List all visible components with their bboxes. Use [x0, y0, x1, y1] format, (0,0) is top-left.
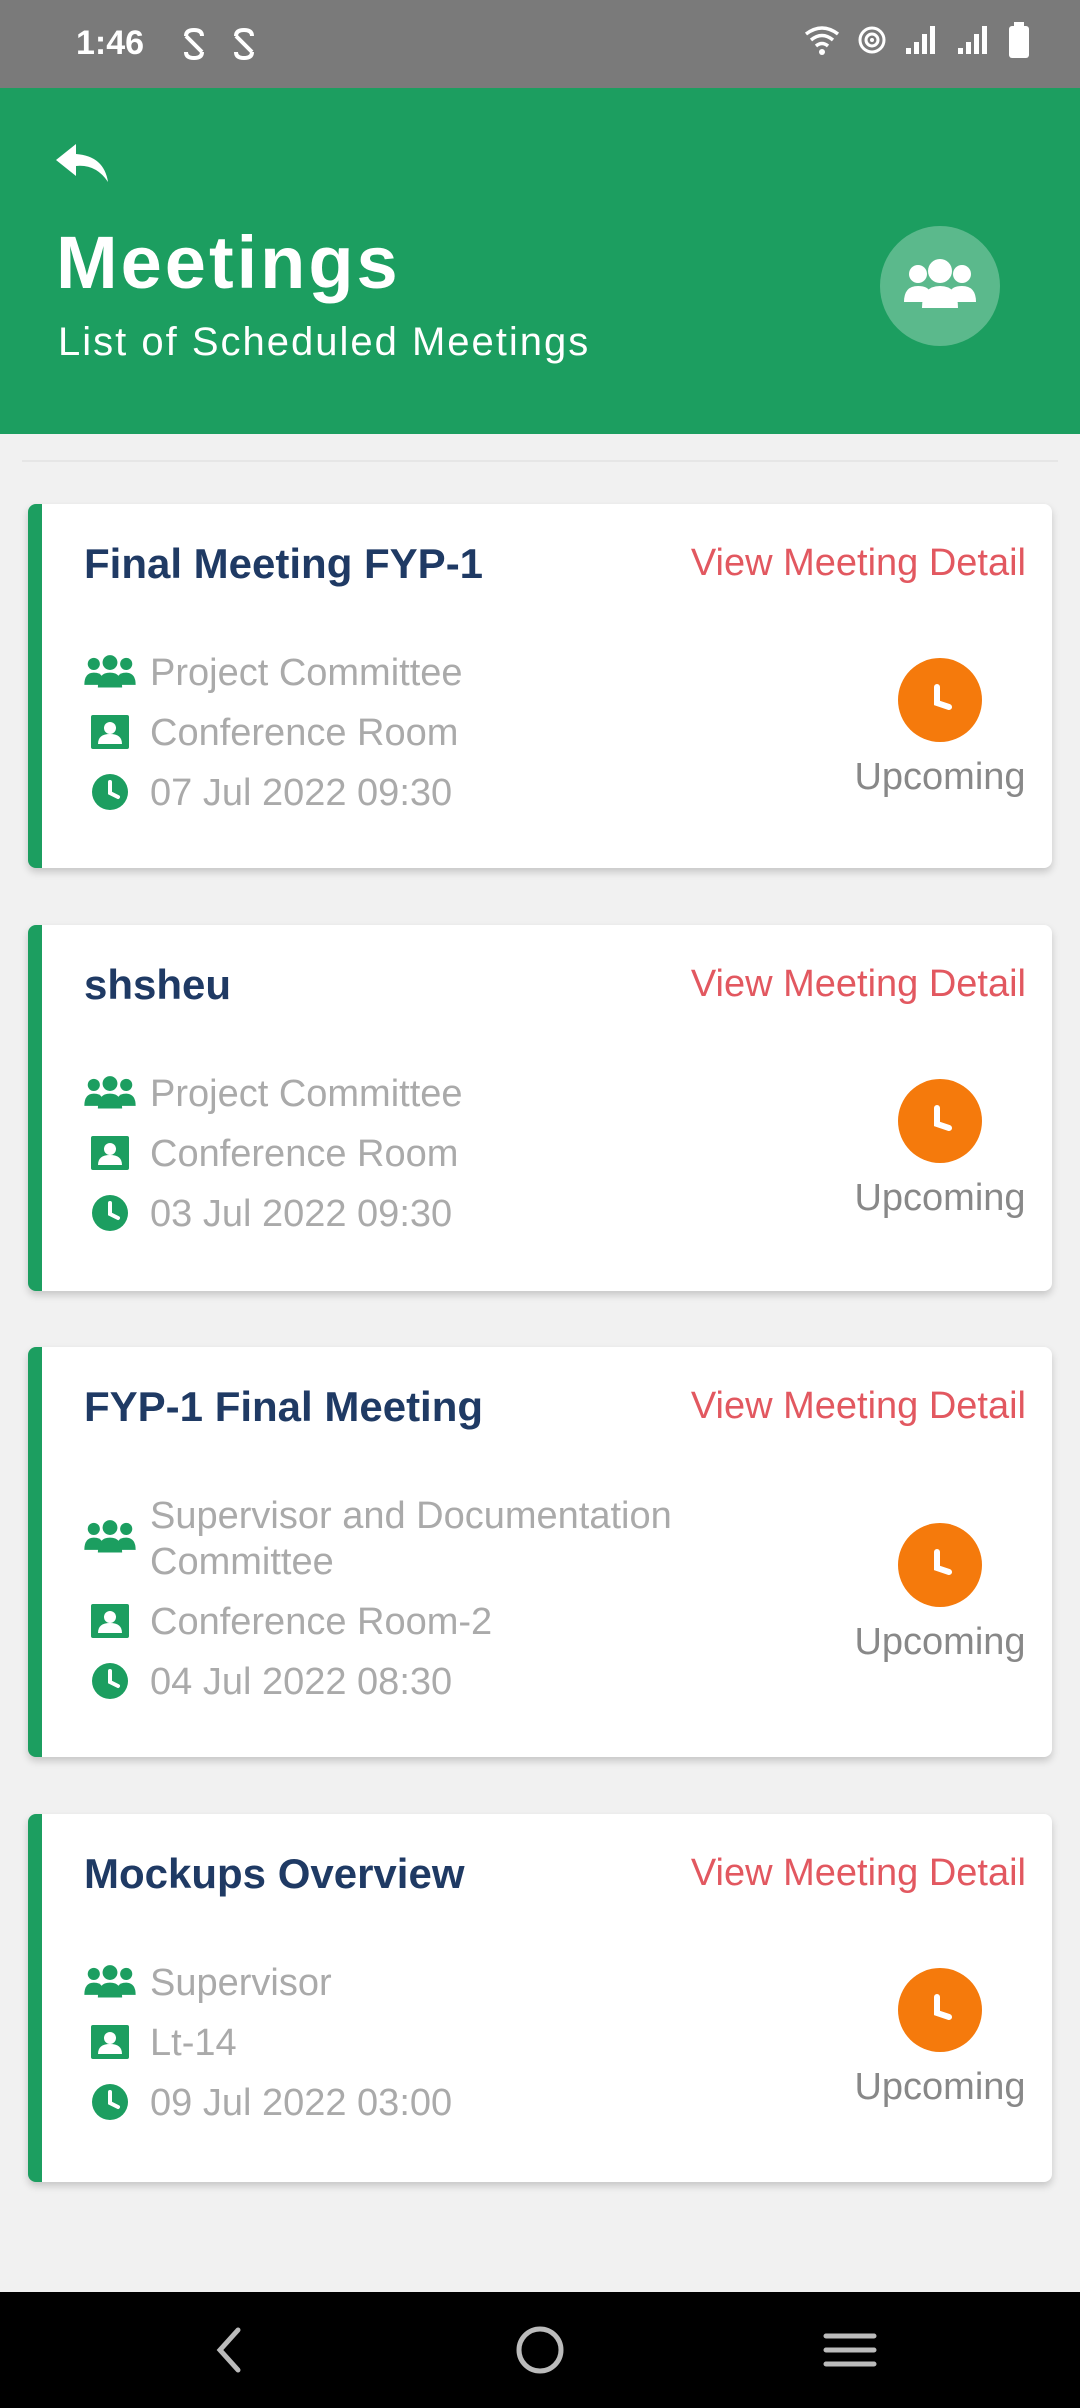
sync-icon: [184, 27, 204, 61]
meeting-card[interactable]: Mockups Overview View Meeting Detail Sup…: [28, 1814, 1052, 2182]
datetime-row: 04 Jul 2022 08:30: [82, 1659, 452, 1705]
group-icon: [84, 1965, 136, 1998]
nav-back-icon[interactable]: [200, 2320, 260, 2380]
meeting-title: shsheu: [84, 961, 232, 1008]
room-text: Conference Room-2: [150, 1601, 493, 1643]
room-row: Conference Room: [82, 710, 458, 756]
meeting-title: FYP-1 Final Meeting: [84, 1383, 484, 1430]
clock-icon: [92, 774, 128, 810]
hotspot-icon: [858, 26, 886, 54]
datetime-text: 07 Jul 2022 09:30: [150, 772, 453, 814]
status-text: Upcoming: [854, 1621, 1026, 1663]
navigation-bar: [0, 2292, 1080, 2408]
datetime-text: 09 Jul 2022 03:00: [150, 2082, 453, 2124]
status-time: 1:46: [76, 24, 145, 62]
room-text: Conference Room: [150, 712, 459, 754]
status-block: Upcoming: [820, 1079, 1060, 1220]
room-icon: [91, 715, 129, 749]
committee-text: Project Committee: [150, 652, 463, 694]
view-meeting-detail-link[interactable]: View Meeting Detail: [691, 1852, 1026, 1895]
meeting-card[interactable]: FYP-1 Final Meeting View Meeting Detail …: [28, 1347, 1052, 1757]
group-icon: [84, 655, 136, 688]
app-header: Meetings List of Scheduled Meetings: [0, 88, 1080, 434]
sync-icon: [234, 27, 254, 61]
status-block: Upcoming: [820, 1523, 1060, 1664]
upcoming-clock-icon: [898, 658, 982, 742]
datetime-row: 09 Jul 2022 03:00: [82, 2080, 452, 2126]
nav-menu-icon[interactable]: [820, 2320, 880, 2380]
clock-icon: [92, 2084, 128, 2120]
view-meeting-detail-link[interactable]: View Meeting Detail: [691, 1385, 1026, 1428]
datetime-text: 04 Jul 2022 08:30: [150, 1661, 453, 1703]
meeting-title: Final Meeting FYP-1: [84, 540, 484, 587]
status-bar: 1:46: [0, 0, 1080, 88]
room-row: Conference Room-2: [82, 1599, 492, 1645]
status-block: Upcoming: [820, 1968, 1060, 2109]
meeting-card[interactable]: shsheu View Meeting Detail Project Commi…: [28, 925, 1052, 1291]
group-icon: [84, 1520, 136, 1553]
nav-home-icon[interactable]: [510, 2320, 570, 2380]
status-text: Upcoming: [854, 756, 1026, 798]
upcoming-clock-icon: [898, 1079, 982, 1163]
committee-text: Project Committee: [150, 1073, 463, 1115]
page-title: Meetings: [56, 221, 401, 304]
committee-text: Supervisor: [150, 1962, 332, 2004]
wifi-icon: [804, 26, 840, 55]
room-row: Conference Room: [82, 1131, 458, 1177]
back-arrow-icon[interactable]: [52, 140, 112, 190]
header-group-avatar: [880, 226, 1000, 346]
room-text: Conference Room: [150, 1133, 459, 1175]
committee-text: Supervisor and Documentation Committee: [150, 1495, 672, 1583]
committee-row: Project Committee: [82, 1071, 463, 1117]
page-subtitle: List of Scheduled Meetings: [58, 320, 591, 364]
room-row: Lt-14: [82, 2020, 237, 2066]
meeting-title: Mockups Overview: [84, 1850, 465, 1897]
upcoming-clock-icon: [898, 1523, 982, 1607]
upcoming-clock-icon: [898, 1968, 982, 2052]
room-icon: [91, 1136, 129, 1170]
committee-row: Supervisor: [82, 1960, 332, 2006]
status-block: Upcoming: [820, 658, 1060, 799]
group-icon: [904, 259, 976, 308]
status-text: Upcoming: [854, 1177, 1026, 1219]
clock-icon: [92, 1195, 128, 1231]
status-text: Upcoming: [854, 2066, 1026, 2108]
committee-row: Project Committee: [82, 650, 463, 696]
datetime-text: 03 Jul 2022 09:30: [150, 1193, 453, 1235]
view-meeting-detail-link[interactable]: View Meeting Detail: [691, 542, 1026, 585]
group-icon: [84, 1076, 136, 1109]
room-icon: [91, 2025, 129, 2059]
clock-icon: [92, 1663, 128, 1699]
signal-icon: [906, 26, 935, 54]
datetime-row: 03 Jul 2022 09:30: [82, 1191, 452, 1237]
room-text: Lt-14: [150, 2022, 237, 2064]
view-meeting-detail-link[interactable]: View Meeting Detail: [691, 963, 1026, 1006]
committee-row: Supervisor and Documentation Committee: [82, 1493, 732, 1585]
room-icon: [91, 1604, 129, 1638]
meeting-card[interactable]: Final Meeting FYP-1 View Meeting Detail …: [28, 504, 1052, 868]
divider: [22, 460, 1058, 462]
datetime-row: 07 Jul 2022 09:30: [82, 770, 452, 816]
signal-icon: [958, 26, 987, 54]
battery-icon: [1009, 22, 1029, 58]
